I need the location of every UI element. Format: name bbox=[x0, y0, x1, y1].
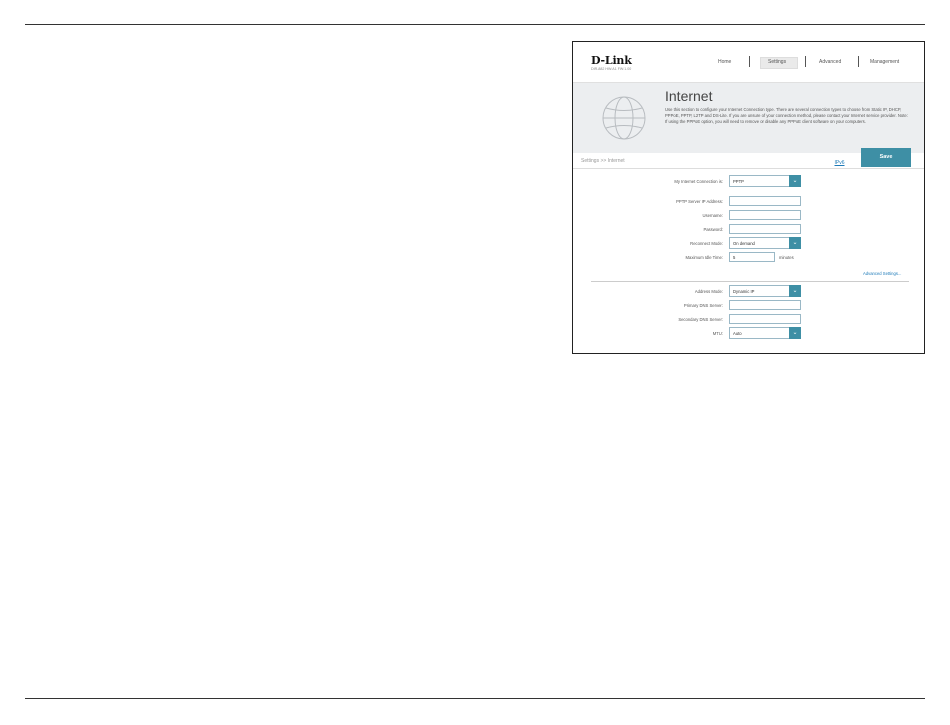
connection-type-select[interactable]: PPTP ⌄ bbox=[729, 175, 801, 187]
max-idle-input[interactable]: 5 bbox=[729, 252, 775, 262]
username-input[interactable] bbox=[729, 210, 801, 220]
chevron-down-icon: ⌄ bbox=[789, 285, 801, 297]
secondary-dns-label: Secondary DNS Server: bbox=[678, 317, 723, 322]
router-ui-screenshot: D-Link DIR-882 HW:A1 FW:1.00 Home Settin… bbox=[572, 41, 925, 354]
bottom-rule bbox=[25, 698, 925, 699]
primary-dns-label: Primary DNS Server: bbox=[683, 303, 723, 308]
document-page: D-Link DIR-882 HW:A1 FW:1.00 Home Settin… bbox=[0, 0, 950, 725]
model-info: DIR-882 HW:A1 FW:1.00 bbox=[591, 67, 632, 71]
nav-home[interactable]: Home bbox=[718, 59, 731, 65]
max-idle-unit: minutes bbox=[779, 255, 794, 260]
section-divider bbox=[591, 281, 909, 282]
pptp-server-input[interactable] bbox=[729, 196, 801, 206]
save-button[interactable]: Save bbox=[861, 148, 911, 167]
connection-type-label: My Internet Connection is: bbox=[674, 179, 723, 184]
nav-divider bbox=[858, 56, 859, 67]
nav-settings[interactable]: Settings bbox=[768, 59, 786, 65]
primary-dns-input[interactable] bbox=[729, 300, 801, 310]
chevron-down-icon: ⌄ bbox=[789, 327, 801, 339]
ipv6-link[interactable]: IPv6 bbox=[818, 157, 861, 169]
mtu-label: MTU: bbox=[712, 331, 723, 336]
nav-divider bbox=[805, 56, 806, 67]
page-title: Internet bbox=[665, 88, 713, 104]
connection-type-value: PPTP bbox=[733, 179, 744, 184]
breadcrumb: Settings >> Internet bbox=[581, 158, 625, 164]
password-label: Password: bbox=[703, 227, 723, 232]
address-mode-label: Address Mode: bbox=[694, 289, 723, 294]
chevron-down-icon: ⌄ bbox=[789, 175, 801, 187]
nav-management[interactable]: Management bbox=[870, 59, 899, 65]
max-idle-label: Maximum Idle Time: bbox=[685, 255, 723, 260]
dlink-logo: D-Link bbox=[591, 54, 632, 67]
advanced-settings-link[interactable]: Advanced Settings... bbox=[863, 271, 901, 276]
page-header: Internet Use this section to configure y… bbox=[573, 82, 924, 153]
top-bar: D-Link DIR-882 HW:A1 FW:1.00 Home Settin… bbox=[573, 42, 924, 82]
pptp-server-label: PPTP Server IP Address: bbox=[676, 199, 723, 204]
username-label: Username: bbox=[702, 213, 723, 218]
nav-divider bbox=[749, 56, 750, 67]
address-mode-select[interactable]: Dynamic IP ⌄ bbox=[729, 285, 801, 297]
mtu-select[interactable]: Auto ⌄ bbox=[729, 327, 801, 339]
chevron-down-icon: ⌄ bbox=[789, 237, 801, 249]
address-mode-value: Dynamic IP bbox=[733, 289, 755, 294]
reconnect-mode-select[interactable]: On demand ⌄ bbox=[729, 237, 801, 249]
page-description: Use this section to configure your Inter… bbox=[665, 107, 908, 124]
globe-icon bbox=[602, 96, 646, 140]
nav-advanced[interactable]: Advanced bbox=[819, 59, 841, 65]
top-rule bbox=[25, 24, 925, 25]
secondary-dns-input[interactable] bbox=[729, 314, 801, 324]
mtu-value: Auto bbox=[733, 331, 742, 336]
reconnect-mode-label: Reconnect Mode: bbox=[690, 241, 723, 246]
password-input[interactable] bbox=[729, 224, 801, 234]
reconnect-mode-value: On demand bbox=[733, 241, 755, 246]
